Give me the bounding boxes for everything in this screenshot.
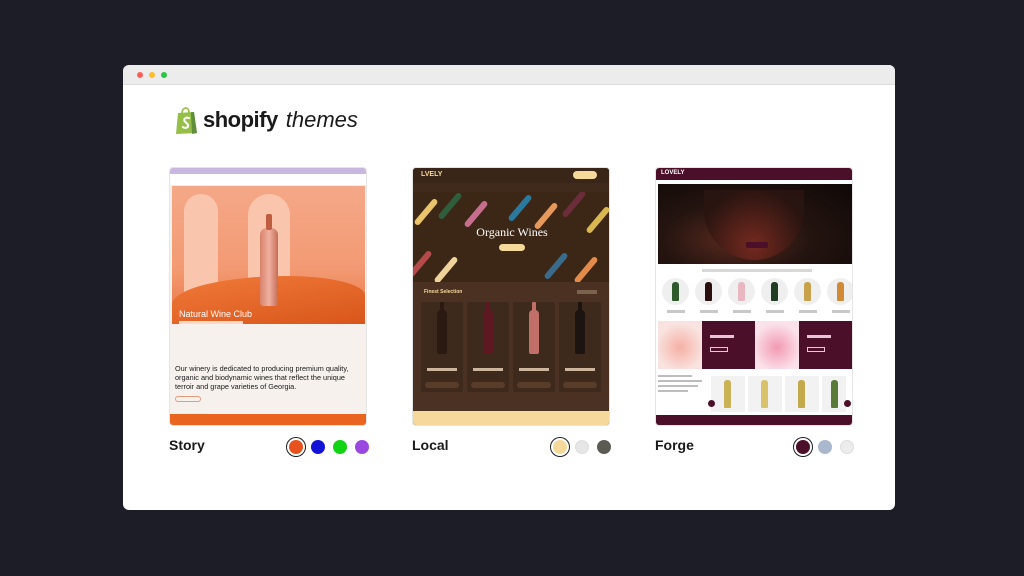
- preview-footer: [413, 411, 609, 425]
- preview-footer: [656, 415, 852, 425]
- preview-hero-subtext: [179, 321, 243, 324]
- preview-nav: [170, 174, 366, 186]
- swatch-burgundy[interactable]: [796, 440, 810, 454]
- preview-shop-button: [499, 244, 525, 251]
- chevron-left-icon: [708, 400, 715, 407]
- preview-review-strip: [702, 269, 812, 272]
- shopify-themes-logo[interactable]: shopify themes: [175, 105, 358, 135]
- preview-shop-button: [746, 242, 768, 248]
- swatch-purple[interactable]: [355, 440, 369, 454]
- preview-hero: Natural Wine Club: [172, 186, 365, 324]
- preview-nav: LVELY: [413, 168, 609, 183]
- browser-window: shopify themes Natural Wine Club Our win…: [123, 65, 895, 510]
- preview-subnav: [413, 183, 609, 192]
- preview-product: [467, 302, 509, 392]
- theme-preview-story[interactable]: Natural Wine Club Our winery is dedicate…: [169, 167, 367, 426]
- preview-cart-pill: [573, 171, 597, 179]
- preview-promo: [658, 321, 755, 369]
- preview-product: [421, 302, 463, 392]
- logo-subtitle: themes: [285, 107, 358, 132]
- theme-preview-forge[interactable]: LOVELY: [655, 167, 853, 426]
- theme-name-story[interactable]: Story: [169, 437, 205, 453]
- preview-hero: [658, 184, 852, 264]
- swatch-green[interactable]: [333, 440, 347, 454]
- color-swatches-local: [553, 440, 611, 454]
- logo-wordmark: shopify: [203, 107, 278, 132]
- swatch-dark-gray[interactable]: [597, 440, 611, 454]
- window-titlebar: [123, 65, 895, 85]
- preview-hero: Organic Wines: [413, 192, 609, 282]
- preview-view-all: [577, 290, 597, 294]
- swatch-light-gray[interactable]: [575, 440, 589, 454]
- swatch-orange[interactable]: [289, 440, 303, 454]
- wine-bottle-image: [260, 214, 278, 306]
- maximize-window-button[interactable]: [161, 72, 167, 78]
- wine-glass-image: [704, 190, 804, 260]
- theme-preview-local[interactable]: LVELY Organic Wines Finest Selection: [412, 167, 610, 426]
- shopify-bag-icon: [176, 107, 197, 134]
- preview-brand: LOVELY: [661, 170, 685, 176]
- preview-product: [559, 302, 601, 392]
- close-window-button[interactable]: [137, 72, 143, 78]
- preview-learn-button: [175, 396, 201, 402]
- preview-hero-title: Organic Wines: [476, 225, 548, 239]
- preview-brand: LVELY: [421, 171, 443, 178]
- theme-name-forge[interactable]: Forge: [655, 437, 694, 453]
- theme-name-local[interactable]: Local: [412, 437, 449, 453]
- preview-promo: [755, 321, 852, 369]
- minimize-window-button[interactable]: [149, 72, 155, 78]
- preview-nav: LOVELY: [656, 168, 852, 180]
- color-swatches-story: [289, 440, 369, 454]
- swatch-slate-blue[interactable]: [818, 440, 832, 454]
- preview-footer: [170, 414, 366, 425]
- swatch-blue[interactable]: [311, 440, 325, 454]
- preview-feature-text: [658, 375, 706, 415]
- swatch-light-gray[interactable]: [840, 440, 854, 454]
- preview-description: Our winery is dedicated to producing pre…: [175, 364, 349, 392]
- swatch-yellow[interactable]: [553, 440, 567, 454]
- color-swatches-forge: [796, 440, 854, 454]
- preview-product: [513, 302, 555, 392]
- chevron-right-icon: [844, 400, 851, 407]
- preview-section-title: Finest Selection: [424, 289, 463, 295]
- preview-hero-title: Natural Wine Club: [179, 309, 253, 319]
